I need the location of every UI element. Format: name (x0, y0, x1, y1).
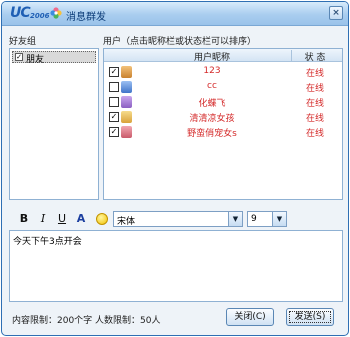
users-label: 用户（点击昵称栏或状态栏可以排序） (103, 37, 257, 47)
font-size-value: 9 (251, 214, 257, 224)
limits-info: 内容限制：200个字 人数限制：50人 (12, 316, 161, 326)
friend-groups-list[interactable]: ✓ 朋友 (9, 48, 99, 200)
user-row[interactable]: 化蝶飞 在线 (104, 95, 342, 109)
avatar (121, 81, 132, 93)
window-title: 消息群发 (66, 12, 106, 23)
message-input[interactable]: 今天下午3点开会 (9, 230, 343, 302)
users-list-header: 用户昵称 状 态 (104, 49, 342, 63)
user-row[interactable]: ✓ 123 在线 (104, 65, 342, 79)
user-nickname[interactable]: 野蛮俏宠女s (134, 126, 290, 139)
avatar (121, 111, 132, 123)
user-status: 在线 (305, 84, 324, 94)
avatar (121, 126, 132, 138)
status-column-header[interactable]: 状 态 (292, 50, 338, 63)
user-checkbox[interactable]: ✓ (109, 67, 119, 77)
font-color-button[interactable]: A (74, 212, 88, 226)
message-text: 今天下午3点开会 (13, 237, 82, 247)
broadcast-message-window: UC 2006 消息群发 × 好友组 用户（点击昵称栏或状态栏可以排序） ✓ 朋… (1, 1, 349, 336)
formatting-toolbar: B I U A 宋体 ▼ 9 ▼ (9, 211, 343, 229)
title-bar[interactable]: UC 2006 消息群发 × (2, 2, 348, 26)
group-checkbox[interactable]: ✓ (15, 53, 23, 61)
user-row[interactable]: cc 在线 (104, 80, 342, 94)
group-item-friends[interactable]: ✓ 朋友 (12, 51, 96, 65)
user-checkbox[interactable] (109, 82, 119, 92)
avatar (121, 96, 132, 108)
font-family-value: 宋体 (117, 217, 136, 227)
underline-button[interactable]: U (55, 212, 69, 226)
chevron-down-icon[interactable]: ▼ (272, 212, 286, 226)
user-nickname[interactable]: cc (134, 81, 290, 91)
user-nickname[interactable]: 化蝶飞 (134, 96, 290, 109)
close-button[interactable]: 关闭(C) (226, 308, 274, 326)
user-status: 在线 (305, 69, 324, 79)
chevron-down-icon[interactable]: ▼ (228, 212, 242, 226)
bold-button[interactable]: B (17, 212, 31, 226)
user-status: 在线 (305, 99, 324, 109)
flower-icon (50, 7, 62, 19)
avatar (121, 66, 132, 78)
font-size-select[interactable]: 9 ▼ (247, 211, 287, 227)
close-icon[interactable]: × (329, 6, 343, 20)
group-name: 朋友 (26, 55, 45, 65)
users-list[interactable]: 用户昵称 状 态 ✓ 123 在线 cc 在线 化蝶飞 在线 ✓ 清清凉女孩 在… (103, 48, 343, 200)
uc-logo: UC 2006 (10, 5, 62, 23)
emoticon-icon[interactable] (96, 213, 108, 225)
font-family-select[interactable]: 宋体 ▼ (113, 211, 243, 227)
send-button[interactable]: 发送(S) (286, 308, 334, 326)
user-checkbox[interactable]: ✓ (109, 112, 119, 122)
friend-groups-label: 好友组 (9, 37, 37, 47)
user-nickname[interactable]: 清清凉女孩 (134, 111, 290, 124)
italic-button[interactable]: I (36, 212, 50, 226)
user-status: 在线 (305, 129, 324, 139)
user-nickname[interactable]: 123 (134, 66, 290, 76)
user-checkbox[interactable] (109, 97, 119, 107)
nickname-column-header[interactable]: 用户昵称 (134, 50, 290, 63)
user-row[interactable]: ✓ 清清凉女孩 在线 (104, 110, 342, 124)
user-checkbox[interactable]: ✓ (109, 127, 119, 137)
user-row[interactable]: ✓ 野蛮俏宠女s 在线 (104, 125, 342, 139)
user-status: 在线 (305, 114, 324, 124)
